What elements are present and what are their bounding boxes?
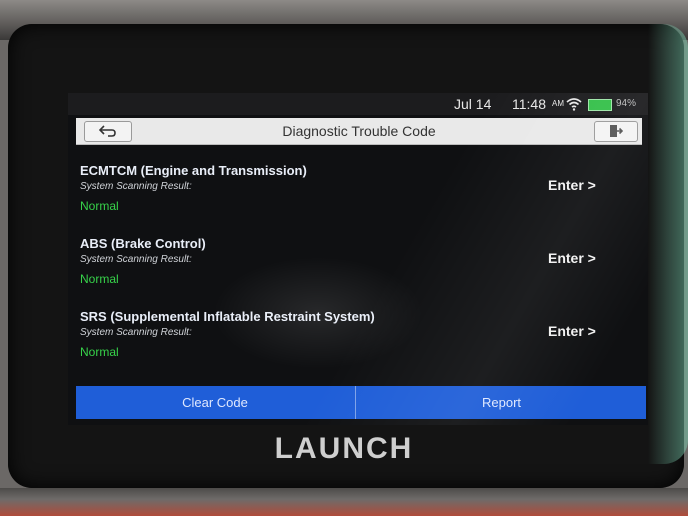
scan-result-label: System Scanning Result: bbox=[80, 181, 192, 192]
enter-button[interactable]: Enter > bbox=[548, 323, 596, 339]
bezel-glare bbox=[648, 24, 688, 464]
brand-logo: LAUNCH bbox=[274, 432, 414, 465]
scan-result-value: Normal bbox=[80, 272, 119, 286]
system-name: SRS (Supplemental Inflatable Restraint S… bbox=[80, 309, 375, 324]
system-item[interactable]: SRS (Supplemental Inflatable Restraint S… bbox=[80, 309, 640, 373]
page-title: Diagnostic Trouble Code bbox=[282, 123, 436, 139]
scan-result-value: Normal bbox=[80, 199, 119, 213]
battery-icon bbox=[588, 99, 612, 111]
enter-button[interactable]: Enter > bbox=[548, 250, 596, 266]
wifi-icon bbox=[566, 98, 582, 111]
status-time: 11:48 bbox=[512, 96, 546, 112]
battery-percent: 94% bbox=[616, 98, 637, 109]
status-bar: Jul 14 11:48 AM 94% bbox=[68, 93, 648, 115]
scan-result-label: System Scanning Result: bbox=[80, 254, 192, 265]
scan-result-label: System Scanning Result: bbox=[80, 327, 192, 338]
system-item[interactable]: ABS (Brake Control) System Scanning Resu… bbox=[80, 236, 640, 300]
exit-button[interactable] bbox=[594, 121, 638, 142]
screen: Jul 14 11:48 AM 94% Diagnostic Trouble C… bbox=[68, 93, 648, 425]
bottom-action-bar: Clear Code Report bbox=[76, 386, 646, 419]
exit-icon bbox=[610, 125, 623, 137]
system-item[interactable]: ECMTCM (Engine and Transmission) System … bbox=[80, 163, 640, 227]
status-date: Jul 14 bbox=[454, 96, 492, 112]
scan-result-value: Normal bbox=[80, 345, 119, 359]
enter-button[interactable]: Enter > bbox=[548, 177, 596, 193]
clear-code-button[interactable]: Clear Code bbox=[76, 386, 354, 419]
report-button[interactable]: Report bbox=[355, 386, 647, 419]
title-bar: Diagnostic Trouble Code bbox=[76, 118, 642, 145]
status-ampm: AM bbox=[552, 99, 564, 108]
system-name: ABS (Brake Control) bbox=[80, 236, 206, 251]
system-name: ECMTCM (Engine and Transmission) bbox=[80, 163, 307, 178]
device-bottom-edge bbox=[0, 488, 688, 516]
